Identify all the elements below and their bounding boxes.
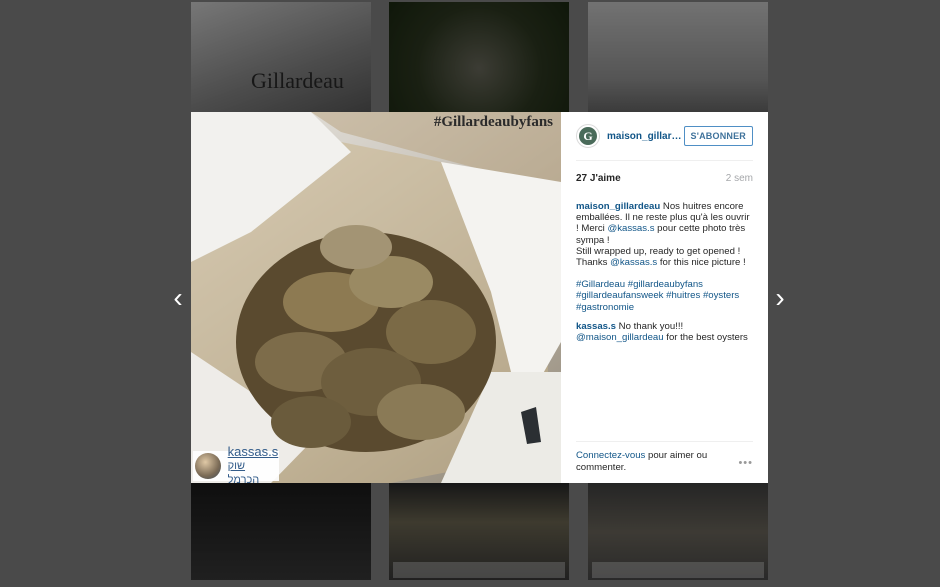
post-header: G maison_gillardeau S'ABONNER [576,112,753,161]
login-link[interactable]: Connectez-vous [576,450,645,461]
post-photo[interactable]: #Gillardeaubyfans kassas.s שוק הכרמל [191,112,561,483]
comment-username[interactable]: maison_gillardeau [576,201,660,212]
grid-tile-3[interactable] [588,2,768,112]
likes-row: 27 J'aime 2 sem [576,161,753,195]
login-prompt: Connectez-vous pour aimer ou commenter. [576,450,716,473]
chevron-right-icon[interactable]: › [768,284,792,312]
hashtag-link[interactable]: #oysters [703,290,739,301]
hashtag-link[interactable]: #gastronomie [576,302,634,313]
post-sidebar: G maison_gillardeau S'ABONNER 27 J'aime … [561,112,768,483]
post-footer: Connectez-vous pour aimer ou commenter. … [576,441,753,473]
post-modal: #Gillardeaubyfans kassas.s שוק הכרמל G m… [191,112,768,483]
chevron-left-icon[interactable]: ‹ [166,284,190,312]
comment-list: maison_gillardeau Nos huitres encore emb… [576,201,753,343]
hashtag-link[interactable]: #huitres [666,290,700,301]
comment-text: for this nice picture ! [657,257,746,269]
comment: maison_gillardeau Nos huitres encore emb… [576,201,753,313]
user-tag[interactable]: kassas.s שוק הכרמל [193,445,279,483]
grid-tile-2[interactable] [389,2,569,112]
brand-logo-icon: G [579,127,597,145]
mention-link[interactable]: @maison_gillardeau [576,332,664,343]
tile-caption [592,562,764,578]
post-time[interactable]: 2 sem [726,173,753,184]
hashtag-link[interactable]: #gillardeaufansweek [576,290,663,301]
hashtag-link[interactable]: #Gillardeau [576,279,625,290]
grid-tile-6[interactable] [588,483,768,580]
comment-text: for the best oysters [663,332,748,344]
photo-hashtag-overlay: #Gillardeaubyfans [433,114,553,130]
mention-link[interactable]: @kassas.s [610,257,657,268]
grid-tile-4[interactable] [191,483,371,580]
comment: kassas.s No thank you!!! @maison_gillard… [576,321,753,343]
user-tag-name[interactable]: kassas.s [228,445,279,459]
oysters-photo-art [191,112,561,483]
grid-tile-5[interactable] [389,483,569,580]
more-options-icon[interactable]: ••• [738,457,753,473]
header-username[interactable]: maison_gillardeau [607,131,683,142]
grid-tile-1[interactable]: Gillardeau [191,2,371,112]
comment-username[interactable]: kassas.s [576,321,616,332]
likes-count[interactable]: 27 J'aime [576,173,621,184]
follow-button[interactable]: S'ABONNER [683,126,753,146]
avatar [195,453,221,479]
tile-text: Gillardeau [251,68,344,93]
hashtag-link[interactable]: #gillardeaubyfans [628,279,703,290]
comment-text: No thank you!!! [616,320,684,332]
tile-caption [393,562,565,578]
user-tag-location[interactable]: שוק הכרמל [228,459,279,483]
avatar[interactable]: G [576,124,600,148]
mention-link[interactable]: @kassas.s [607,223,654,234]
